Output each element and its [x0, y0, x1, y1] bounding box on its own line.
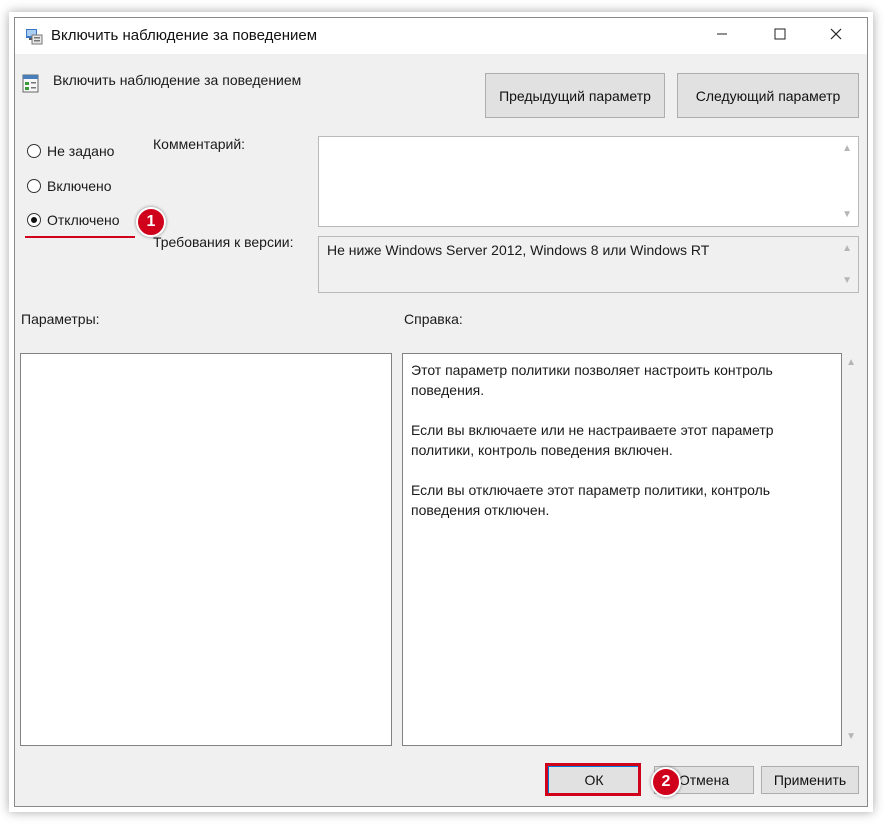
- radio-button-checked[interactable]: [27, 213, 41, 227]
- policy-name: Включить наблюдение за поведением: [53, 72, 302, 88]
- step-badge-1: 1: [136, 207, 166, 237]
- scroll-up-icon[interactable]: ▲: [842, 143, 852, 154]
- minimize-button[interactable]: [699, 18, 745, 54]
- radio-button[interactable]: [27, 179, 41, 193]
- scroll-down-icon[interactable]: ▼: [842, 209, 852, 220]
- step-badge-2: 2: [651, 767, 681, 797]
- help-label: Справка:: [404, 311, 463, 327]
- scroll-up-icon[interactable]: ▲: [846, 357, 856, 368]
- minimize-icon: [716, 27, 728, 45]
- next-setting-button[interactable]: Следующий параметр: [677, 73, 859, 118]
- policy-dialog: Включить наблюдение за поведением Включи…: [14, 17, 868, 807]
- scroll-up-icon[interactable]: ▲: [842, 243, 852, 254]
- scroll-down-icon[interactable]: ▼: [842, 275, 852, 286]
- previous-setting-button[interactable]: Предыдущий параметр: [485, 73, 665, 118]
- help-paragraph: Если вы отключаете этот параметр политик…: [411, 482, 771, 518]
- close-button[interactable]: [813, 18, 859, 54]
- radio-label: Не задано: [47, 143, 115, 159]
- maximize-icon: [774, 27, 786, 45]
- help-paragraph: Если вы включаете или не настраиваете эт…: [411, 422, 774, 458]
- title-bar[interactable]: Включить наблюдение за поведением: [15, 18, 867, 54]
- radio-enabled[interactable]: Включено: [27, 178, 112, 194]
- group-policy-icon: [25, 27, 43, 45]
- policy-setting-icon: [22, 74, 40, 94]
- radio-not-configured[interactable]: Не задано: [27, 143, 114, 159]
- radio-label: Включено: [47, 178, 112, 194]
- ok-highlight-frame: [545, 763, 641, 796]
- radio-label: Отключено: [47, 212, 120, 228]
- version-field: Не ниже Windows Server 2012, Windows 8 и…: [318, 236, 859, 293]
- help-paragraph: Этот параметр политики позволяет настрои…: [411, 362, 773, 398]
- window-title: Включить наблюдение за поведением: [51, 27, 318, 44]
- maximize-button[interactable]: [757, 18, 803, 54]
- help-panel[interactable]: Этот параметр политики позволяет настрои…: [402, 353, 842, 746]
- version-value: Не ниже Windows Server 2012, Windows 8 и…: [327, 242, 710, 258]
- comment-field[interactable]: ▲ ▼: [318, 136, 859, 227]
- close-icon: [830, 27, 842, 45]
- scroll-down-icon[interactable]: ▼: [846, 731, 856, 742]
- annotation-underline: [25, 236, 135, 238]
- version-label: Требования к версии:: [153, 234, 294, 250]
- parameters-panel[interactable]: [20, 353, 392, 746]
- help-scrollbar[interactable]: ▲ ▼: [844, 353, 860, 746]
- radio-disabled[interactable]: Отключено: [27, 212, 120, 228]
- parameters-label: Параметры:: [21, 311, 100, 327]
- comment-label: Комментарий:: [153, 136, 246, 152]
- apply-button[interactable]: Применить: [761, 766, 859, 794]
- radio-button[interactable]: [27, 144, 41, 158]
